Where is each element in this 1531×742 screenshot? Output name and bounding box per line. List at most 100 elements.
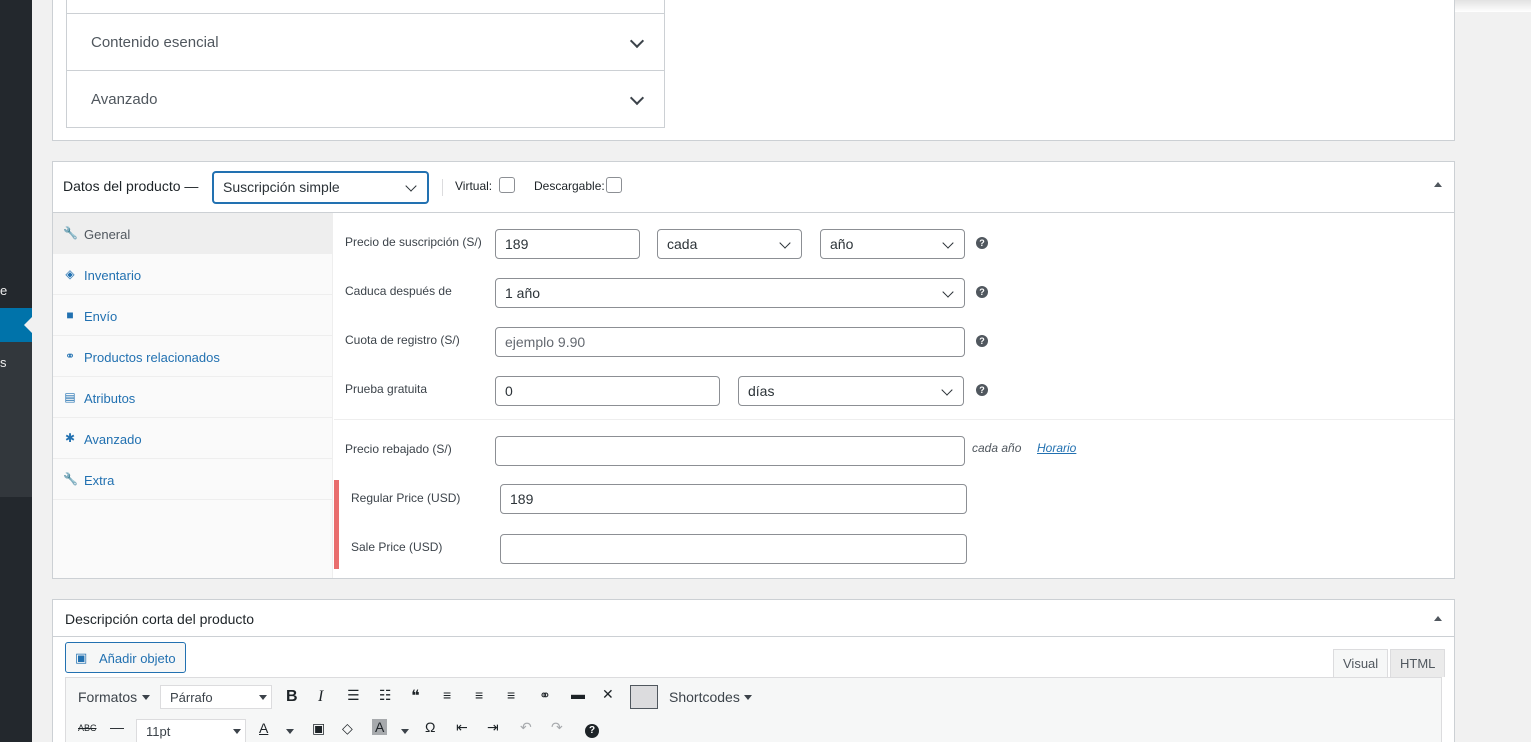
collapse-up-icon[interactable] xyxy=(1434,616,1442,621)
product-type-select[interactable]: Suscripción simple xyxy=(213,172,428,203)
blockquote-icon[interactable]: ❝ xyxy=(411,686,420,706)
link-icon[interactable]: ⚭ xyxy=(539,687,551,704)
expire-label: Caduca después de xyxy=(345,284,452,298)
caret-down-icon xyxy=(286,729,294,734)
short-description-box: Descripción corta del producto ▣ Añadir … xyxy=(52,599,1455,742)
wrench-icon: 🔧 xyxy=(63,226,78,240)
caret-down-icon xyxy=(401,729,409,734)
accordion-group: Contenido esencial Avanzado xyxy=(66,0,665,128)
align-left-icon[interactable]: ≡ xyxy=(443,687,451,703)
paragraph-value: Párrafo xyxy=(170,690,213,705)
undo-icon[interactable]: ↶ xyxy=(520,719,532,736)
tab-label: Envío xyxy=(84,309,118,324)
help-icon[interactable]: ? xyxy=(976,384,988,396)
admin-menu-active-item[interactable] xyxy=(0,308,32,342)
caret-down-icon xyxy=(744,695,752,700)
caret-down-icon xyxy=(233,729,241,734)
help-icon[interactable]: ? xyxy=(976,286,988,298)
accordion-avanzado[interactable]: Avanzado xyxy=(67,70,664,127)
strikethrough-icon[interactable]: ABC xyxy=(78,723,97,733)
special-character-icon[interactable]: Ω xyxy=(425,719,435,735)
chevron-down-icon xyxy=(942,237,954,249)
period-interval-value: cada xyxy=(667,236,698,252)
redo-icon[interactable]: ↷ xyxy=(551,719,563,736)
text-color-icon[interactable]: A xyxy=(259,720,268,736)
background-color-icon[interactable]: A xyxy=(372,719,388,735)
bold-button[interactable]: B xyxy=(286,688,298,706)
accordion-contenido-esencial[interactable]: Contenido esencial xyxy=(67,13,664,70)
trial-length-input[interactable]: 0 xyxy=(495,376,720,406)
indent-icon[interactable]: ⇥ xyxy=(487,719,499,736)
numbered-list-icon[interactable]: ☷ xyxy=(379,687,392,704)
subscription-price-input[interactable]: 189 xyxy=(495,229,640,259)
tab-general[interactable]: 🔧 General xyxy=(53,213,333,254)
expire-select[interactable]: 1 año xyxy=(495,278,965,308)
align-right-icon[interactable]: ≡ xyxy=(507,687,515,703)
admin-menu-fragment[interactable]: e xyxy=(0,283,7,298)
help-icon[interactable]: ? xyxy=(976,335,988,347)
virtual-checkbox[interactable] xyxy=(499,177,515,193)
product-data-box: Datos del producto — Suscripción simple … xyxy=(52,161,1455,579)
toolbar-toggle-icon[interactable] xyxy=(630,685,658,709)
period-interval-select[interactable]: cada xyxy=(657,229,802,259)
read-more-icon[interactable]: ▬ xyxy=(571,686,585,702)
schedule-link[interactable]: Horario xyxy=(1037,441,1076,455)
virtual-label: Virtual: xyxy=(455,179,493,193)
tab-label: Atributos xyxy=(84,391,136,406)
tab-label: Avanzado xyxy=(84,432,142,447)
clear-formatting-icon[interactable]: ◇ xyxy=(342,720,353,737)
add-media-button[interactable]: ▣ Añadir objeto xyxy=(65,642,186,673)
tag-icon: ◈ xyxy=(65,267,75,281)
period-value: año xyxy=(830,236,854,252)
font-size-value: 11pt xyxy=(146,724,171,739)
admin-submenu-fragment[interactable]: s xyxy=(0,355,7,370)
product-data-header: Datos del producto — Suscripción simple … xyxy=(53,162,1454,213)
tab-label: Productos relacionados xyxy=(84,350,220,365)
link-icon: ⚭ xyxy=(64,349,76,363)
caret-down-icon xyxy=(259,695,267,700)
align-center-icon[interactable]: ≡ xyxy=(475,687,483,703)
paste-text-icon[interactable]: ▣ xyxy=(312,720,325,737)
truck-icon: ■ xyxy=(66,308,74,322)
shortcodes-dropdown[interactable]: Shortcodes xyxy=(669,689,740,705)
tab-label: Extra xyxy=(84,473,115,488)
outdent-icon[interactable]: ⇤ xyxy=(456,719,468,736)
italic-button[interactable]: I xyxy=(318,688,323,706)
trial-period-select[interactable]: días xyxy=(738,376,964,406)
horizontal-line-icon[interactable]: — xyxy=(110,719,124,735)
tab-avanzado[interactable]: ✱ Avanzado xyxy=(53,418,333,459)
tab-visual[interactable]: Visual xyxy=(1333,649,1389,677)
tab-html[interactable]: HTML xyxy=(1390,649,1446,677)
tab-label: General xyxy=(84,227,131,242)
tab-inventario[interactable]: ◈ Inventario xyxy=(53,254,333,295)
paragraph-select[interactable]: Párrafo xyxy=(160,685,272,709)
regular-usd-input[interactable]: 189 xyxy=(500,484,967,514)
add-media-label: Añadir objeto xyxy=(99,651,176,666)
bullet-list-icon[interactable]: ☰ xyxy=(347,687,360,704)
sale-price-input[interactable] xyxy=(495,436,965,466)
media-icon: ▣ xyxy=(75,650,88,665)
sale-price-suffix: cada año xyxy=(972,441,1022,455)
fullscreen-icon[interactable]: ✕ xyxy=(602,686,614,703)
tab-envio[interactable]: ■ Envío xyxy=(53,295,333,336)
signup-fee-input[interactable]: ejemplo 9.90 xyxy=(495,327,965,357)
product-data-tabs: 🔧 General ◈ Inventario ■ Envío ⚭ Product… xyxy=(53,213,333,578)
tab-productos-relacionados[interactable]: ⚭ Productos relacionados xyxy=(53,336,333,377)
tab-extra[interactable]: 🔧 Extra xyxy=(53,459,333,500)
collapse-up-icon[interactable] xyxy=(1434,182,1442,187)
sale-usd-input[interactable] xyxy=(500,534,967,564)
tab-label: Inventario xyxy=(84,268,142,283)
chevron-down-icon xyxy=(629,90,645,106)
list-icon: ▤ xyxy=(64,390,76,404)
tab-atributos[interactable]: ▤ Atributos xyxy=(53,377,333,418)
formats-dropdown[interactable]: Formatos xyxy=(78,689,137,705)
short-description-title: Descripción corta del producto xyxy=(65,611,255,627)
period-select[interactable]: año xyxy=(820,229,965,259)
font-size-select[interactable]: 11pt xyxy=(136,719,246,742)
downloadable-checkbox[interactable] xyxy=(606,177,622,193)
help-icon[interactable]: ? xyxy=(976,237,988,249)
caret-down-icon xyxy=(142,695,150,700)
header-separator xyxy=(442,179,443,196)
sale-usd-label: Sale Price (USD) xyxy=(351,540,443,554)
editor-help-icon[interactable]: ? xyxy=(585,724,599,738)
